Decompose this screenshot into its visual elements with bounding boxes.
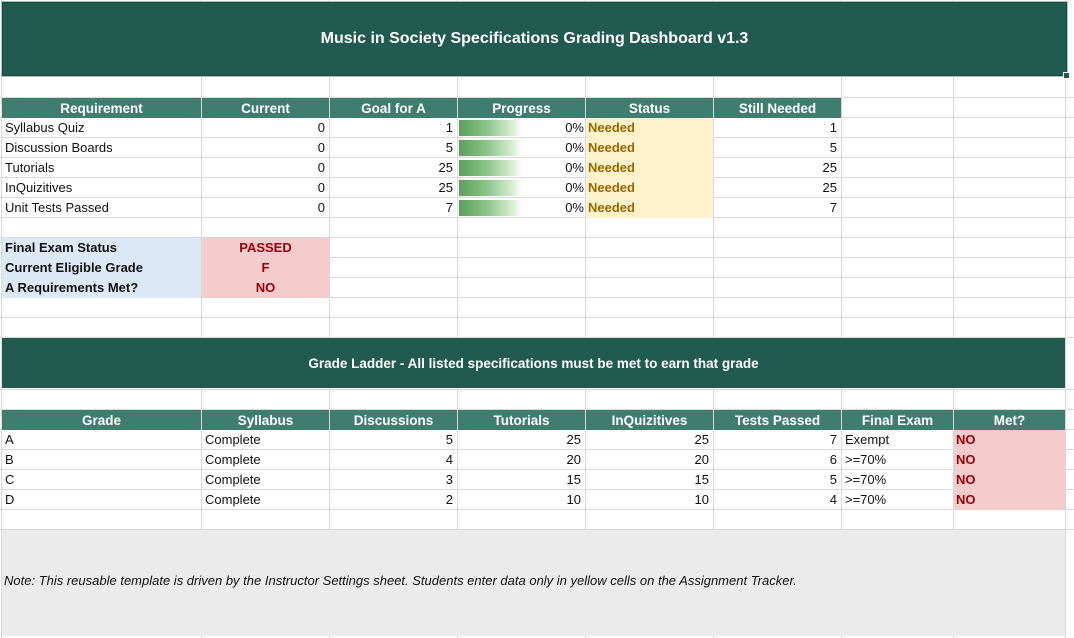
header-current[interactable]: Current (202, 98, 329, 118)
progress-percent[interactable]: 0% (458, 178, 585, 198)
ladder-syllabus[interactable]: Complete (202, 470, 329, 490)
ladder-met[interactable]: NO (954, 470, 1065, 490)
ladder-header-discussions[interactable]: Discussions (330, 410, 457, 430)
grade-ladder-banner[interactable]: Grade Ladder - All listed specifications… (2, 338, 1065, 388)
still-needed-value[interactable]: 5 (714, 138, 841, 158)
requirement-name[interactable]: Syllabus Quiz (2, 118, 201, 138)
ladder-final-exam[interactable]: Exempt (842, 430, 953, 450)
a-requirements-met-label[interactable]: A Requirements Met? (2, 278, 201, 298)
progress-percent[interactable]: 0% (458, 198, 585, 218)
ladder-tutorials[interactable]: 20 (458, 450, 585, 470)
still-needed-value[interactable]: 7 (714, 198, 841, 218)
ladder-header-met[interactable]: Met? (954, 410, 1065, 430)
requirement-current[interactable]: 0 (202, 158, 329, 178)
ladder-grade[interactable]: A (2, 430, 201, 450)
requirement-name[interactable]: Discussion Boards (2, 138, 201, 158)
requirement-goal[interactable]: 25 (330, 178, 457, 198)
ladder-syllabus[interactable]: Complete (202, 430, 329, 450)
selection-fill-handle[interactable] (1063, 72, 1070, 79)
still-needed-value[interactable]: 1 (714, 118, 841, 138)
a-requirements-met-value[interactable]: NO (202, 278, 329, 298)
ladder-tutorials[interactable]: 25 (458, 430, 585, 450)
ladder-met[interactable]: NO (954, 450, 1065, 470)
requirement-goal[interactable]: 25 (330, 158, 457, 178)
ladder-inquizitives[interactable]: 25 (586, 430, 713, 450)
header-requirement[interactable]: Requirement (2, 98, 201, 118)
status-badge[interactable]: Needed (586, 178, 713, 198)
ladder-met[interactable]: NO (954, 490, 1065, 510)
ladder-header-syllabus[interactable]: Syllabus (202, 410, 329, 430)
progress-percent[interactable]: 0% (458, 158, 585, 178)
final-exam-status-value[interactable]: PASSED (202, 238, 329, 258)
still-needed-value[interactable]: 25 (714, 178, 841, 198)
ladder-header-final-exam[interactable]: Final Exam (842, 410, 953, 430)
ladder-tests-passed[interactable]: 7 (714, 430, 841, 450)
ladder-final-exam[interactable]: >=70% (842, 470, 953, 490)
ladder-header-grade[interactable]: Grade (2, 410, 201, 430)
ladder-header-tests-passed[interactable]: Tests Passed (714, 410, 841, 430)
dashboard-title: Music in Society Specifications Grading … (320, 30, 749, 47)
note-text: Note: This reusable template is driven b… (4, 573, 797, 588)
ladder-tests-passed[interactable]: 4 (714, 490, 841, 510)
ladder-tutorials[interactable]: 15 (458, 470, 585, 490)
final-exam-status-label[interactable]: Final Exam Status (2, 238, 201, 258)
requirement-current[interactable]: 0 (202, 138, 329, 158)
header-status[interactable]: Status (586, 98, 713, 118)
requirement-current[interactable]: 0 (202, 118, 329, 138)
requirement-goal[interactable]: 7 (330, 198, 457, 218)
ladder-inquizitives[interactable]: 10 (586, 490, 713, 510)
status-badge[interactable]: Needed (586, 138, 713, 158)
ladder-final-exam[interactable]: >=70% (842, 490, 953, 510)
header-progress[interactable]: Progress (458, 98, 585, 118)
requirement-goal[interactable]: 1 (330, 118, 457, 138)
eligible-grade-value[interactable]: F (202, 258, 329, 278)
ladder-grade[interactable]: D (2, 490, 201, 510)
eligible-grade-label[interactable]: Current Eligible Grade (2, 258, 201, 278)
ladder-discussions[interactable]: 5 (330, 430, 457, 450)
dashboard-title-banner[interactable]: Music in Society Specifications Grading … (2, 2, 1070, 79)
ladder-header-inquizitives[interactable]: InQuizitives (586, 410, 713, 430)
ladder-header-tutorials[interactable]: Tutorials (458, 410, 585, 430)
ladder-inquizitives[interactable]: 20 (586, 450, 713, 470)
requirement-name[interactable]: Tutorials (2, 158, 201, 178)
progress-percent[interactable]: 0% (458, 118, 585, 138)
ladder-tests-passed[interactable]: 6 (714, 450, 841, 470)
requirement-goal[interactable]: 5 (330, 138, 457, 158)
ladder-discussions[interactable]: 4 (330, 450, 457, 470)
requirement-name[interactable]: InQuizitives (2, 178, 201, 198)
ladder-discussions[interactable]: 3 (330, 470, 457, 490)
status-badge[interactable]: Needed (586, 118, 713, 138)
status-badge[interactable]: Needed (586, 198, 713, 218)
ladder-syllabus[interactable]: Complete (202, 490, 329, 510)
requirement-current[interactable]: 0 (202, 178, 329, 198)
ladder-tutorials[interactable]: 10 (458, 490, 585, 510)
ladder-grade[interactable]: C (2, 470, 201, 490)
status-badge[interactable]: Needed (586, 158, 713, 178)
grade-ladder-title: Grade Ladder - All listed specifications… (308, 355, 759, 371)
note-panel[interactable]: Note: This reusable template is driven b… (2, 530, 1065, 636)
ladder-met[interactable]: NO (954, 430, 1065, 450)
ladder-tests-passed[interactable]: 5 (714, 470, 841, 490)
ladder-inquizitives[interactable]: 15 (586, 470, 713, 490)
ladder-discussions[interactable]: 2 (330, 490, 457, 510)
ladder-final-exam[interactable]: >=70% (842, 450, 953, 470)
ladder-grade[interactable]: B (2, 450, 201, 470)
header-goal-for-a[interactable]: Goal for A (330, 98, 457, 118)
ladder-syllabus[interactable]: Complete (202, 450, 329, 470)
header-still-needed[interactable]: Still Needed (714, 98, 841, 118)
requirement-current[interactable]: 0 (202, 198, 329, 218)
progress-percent[interactable]: 0% (458, 138, 585, 158)
requirement-name[interactable]: Unit Tests Passed (2, 198, 201, 218)
still-needed-value[interactable]: 25 (714, 158, 841, 178)
